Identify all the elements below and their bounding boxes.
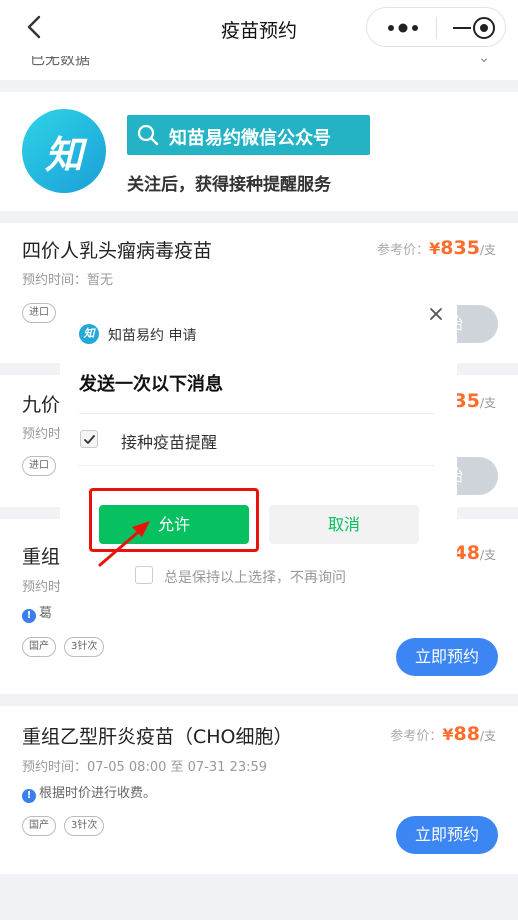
divider bbox=[79, 465, 435, 466]
vaccine-card[interactable]: 重组乙型肝炎疫苗（CHO细胞） 参考价：¥88/支 预约时间：07-05 08:… bbox=[0, 706, 518, 874]
wechat-follow-banner[interactable]: 知 知苗易约微信公众号 关注后，获得接种提醒服务 bbox=[0, 92, 518, 211]
origin-tag: 国产 bbox=[22, 637, 56, 657]
miniprogram-capsule bbox=[366, 7, 506, 47]
booking-time: 预约时 bbox=[22, 580, 62, 595]
minimize-icon[interactable] bbox=[453, 27, 471, 29]
subscribe-message-dialog: 知 知苗易约 申请 发送一次以下消息 接种疫苗提醒 允许 取消 总是保持以上选择… bbox=[60, 297, 457, 613]
message-checkbox[interactable] bbox=[80, 430, 98, 448]
price-note: ! 葛 bbox=[22, 602, 52, 623]
dialog-app-name: 知苗易约 申请 bbox=[108, 328, 197, 344]
dose-tag: 3针次 bbox=[64, 816, 105, 836]
reference-price: 48/支 bbox=[453, 542, 497, 564]
partial-list-footer: 已无数据 ⌄ bbox=[0, 56, 518, 80]
no-more-data-text: 已无数据 bbox=[30, 56, 91, 68]
book-now-button[interactable]: 立即预约 bbox=[396, 638, 498, 676]
app-logo-small: 知 bbox=[79, 324, 99, 344]
book-now-button[interactable]: 立即预约 bbox=[396, 816, 498, 854]
origin-tag: 进口 bbox=[22, 456, 56, 476]
info-icon: ! bbox=[22, 789, 36, 803]
vaccine-title: 九价 bbox=[22, 394, 61, 416]
vaccine-title: 重组 bbox=[22, 546, 61, 568]
booking-time: 预约时 bbox=[22, 427, 62, 442]
divider bbox=[79, 413, 435, 414]
reference-price: 参考价：¥835/支 bbox=[377, 237, 496, 259]
message-item-label: 接种疫苗提醒 bbox=[121, 433, 218, 452]
annotation-arrow-icon bbox=[98, 521, 150, 567]
price-note: ! 根据时价进行收费。 bbox=[22, 782, 156, 803]
banner-subtitle: 关注后，获得接种提醒服务 bbox=[127, 175, 331, 195]
cancel-button[interactable]: 取消 bbox=[269, 505, 419, 544]
chevron-down-icon: ⌄ bbox=[478, 56, 490, 66]
reference-price: 35/支 bbox=[453, 390, 497, 412]
booking-time: 预约时间：07-05 08:00 至 07-31 23:59 bbox=[22, 760, 268, 775]
remember-choice-label: 总是保持以上选择，不再询问 bbox=[164, 570, 346, 586]
checkmark-icon bbox=[84, 435, 95, 444]
app-logo: 知 bbox=[22, 109, 106, 193]
origin-tag: 国产 bbox=[22, 816, 56, 836]
remember-choice-checkbox[interactable] bbox=[135, 566, 153, 584]
capsule-divider bbox=[436, 17, 437, 39]
close-miniprogram-icon[interactable] bbox=[473, 17, 495, 39]
navbar: 疫苗预约 bbox=[0, 0, 518, 56]
more-dots-icon[interactable] bbox=[381, 18, 425, 38]
dose-tag: 3针次 bbox=[64, 637, 105, 657]
wechat-account-label: 知苗易约微信公众号 bbox=[169, 128, 331, 149]
reference-price: 参考价：¥88/支 bbox=[390, 723, 496, 745]
search-icon bbox=[137, 124, 159, 146]
close-icon[interactable] bbox=[427, 305, 445, 323]
wechat-account-tag[interactable]: 知苗易约微信公众号 bbox=[127, 115, 370, 155]
booking-time: 预约时间：暂无 bbox=[22, 273, 114, 288]
dialog-title: 发送一次以下消息 bbox=[79, 374, 223, 395]
vaccine-title: 重组乙型肝炎疫苗（CHO细胞） bbox=[22, 726, 293, 748]
info-icon: ! bbox=[22, 609, 36, 623]
vaccine-title: 四价人乳头瘤病毒疫苗 bbox=[22, 240, 213, 262]
origin-tag: 进口 bbox=[22, 303, 56, 323]
